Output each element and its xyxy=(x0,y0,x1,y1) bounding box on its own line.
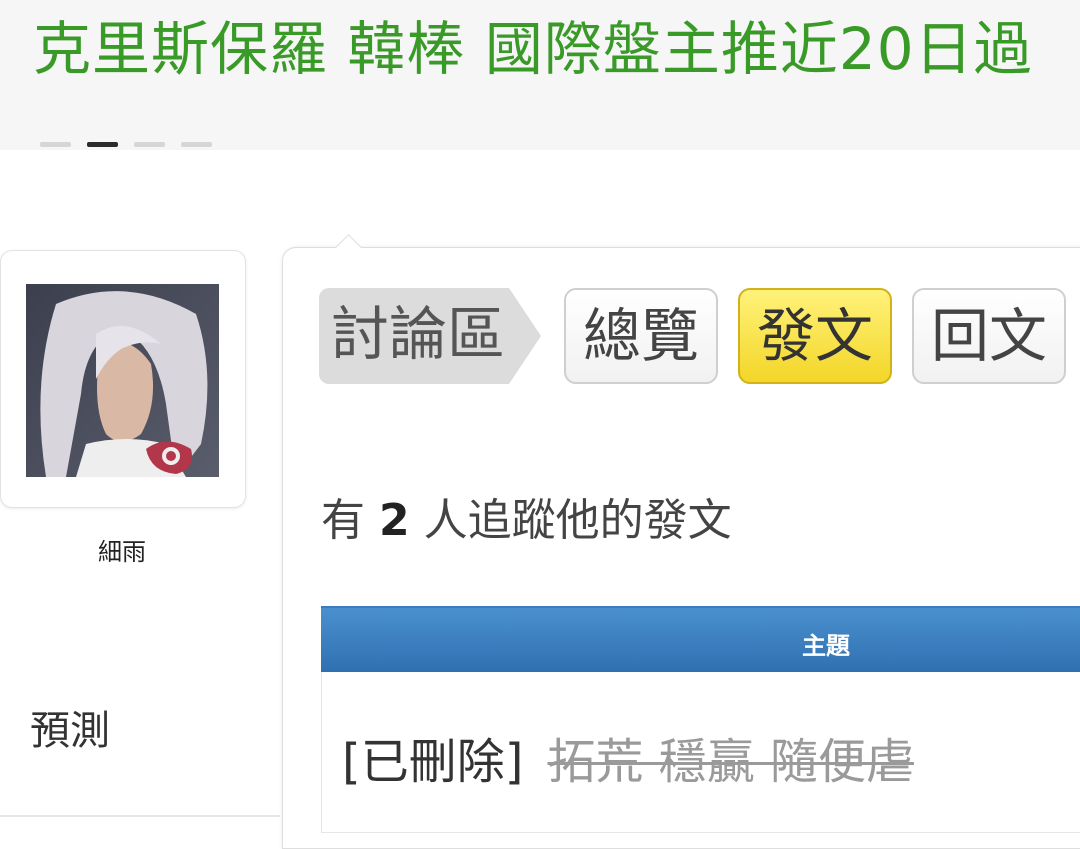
profile-sidebar: 細雨 預測 xyxy=(0,250,280,831)
carousel-dot-active[interactable] xyxy=(87,142,118,147)
tab-posts[interactable]: 發文 xyxy=(738,288,892,384)
carousel-dot[interactable] xyxy=(181,142,212,147)
follower-count-text: 有 2 人追蹤他的發文 xyxy=(321,484,732,548)
side-link-prediction[interactable]: 預測 xyxy=(30,698,110,756)
top-banner: 克里斯保羅 韓棒 國際盤主推近20日過 xyxy=(0,0,1080,150)
tab-overview[interactable]: 總覽 xyxy=(564,288,718,384)
table-row[interactable]: [已刪除] 拓荒 穩贏 隨便虐 xyxy=(321,672,1080,833)
tab-replies[interactable]: 回文 xyxy=(912,288,1066,384)
avatar-image xyxy=(26,284,219,477)
deleted-tag: [已刪除] xyxy=(342,734,524,790)
carousel-dot[interactable] xyxy=(40,142,71,147)
follower-prefix: 有 xyxy=(321,495,365,546)
divider xyxy=(0,815,280,817)
table-header: 主題 xyxy=(321,606,1080,674)
carousel-dot[interactable] xyxy=(134,142,165,147)
avatar-card xyxy=(0,250,246,508)
follower-count: 2 xyxy=(379,495,410,546)
follower-suffix: 人追蹤他的發文 xyxy=(423,495,732,546)
banner-title[interactable]: 克里斯保羅 韓棒 國際盤主推近20日過 xyxy=(33,6,1033,92)
row-subject: [已刪除] 拓荒 穩贏 隨便虐 xyxy=(342,722,914,792)
username[interactable]: 細雨 xyxy=(0,532,244,567)
panel-pointer xyxy=(335,234,362,261)
row-title-struck[interactable]: 拓荒 穩贏 隨便虐 xyxy=(547,734,914,790)
column-header-subject: 主題 xyxy=(802,632,850,660)
breadcrumb-forum[interactable]: 討論區 xyxy=(319,288,541,384)
avatar[interactable] xyxy=(26,284,219,477)
main-panel: 討論區 總覽 發文 回文 有 2 人追蹤他的發文 主題 [已刪除] 拓荒 穩贏 隨… xyxy=(282,234,1080,849)
